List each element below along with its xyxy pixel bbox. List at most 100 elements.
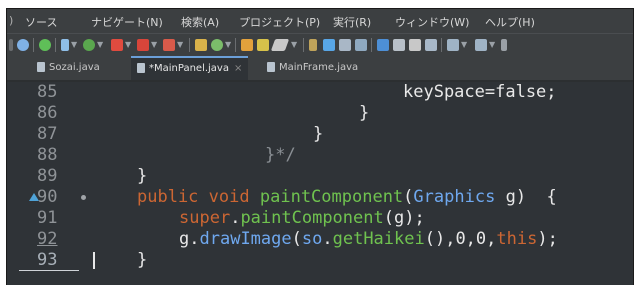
- external-tools-icon[interactable]: [163, 39, 175, 51]
- tab-label: MainFrame.java: [279, 62, 359, 73]
- toolbar-separator: [303, 38, 304, 52]
- code-token: keySpace=false;: [403, 82, 557, 102]
- toolbar-separator: [441, 38, 442, 52]
- code-token: .: [322, 229, 333, 249]
- code-line-88: }*/: [265, 147, 296, 164]
- menu-source[interactable]: ソース: [25, 14, 57, 30]
- line-number: 92: [37, 229, 58, 249]
- code-line-85: keySpace=false;: [403, 84, 557, 101]
- chevron-down-icon[interactable]: ▼: [489, 40, 495, 49]
- line-90-gutter: 90: [7, 189, 91, 209]
- task-icon[interactable]: [377, 39, 389, 51]
- line-number: 87: [37, 124, 58, 144]
- code-token: }: [313, 124, 324, 144]
- comment-token: }*/: [265, 145, 296, 165]
- keyword-token: this: [496, 229, 538, 249]
- menu-navigate[interactable]: ナビゲート(N): [91, 14, 163, 30]
- book-icon[interactable]: [393, 39, 405, 51]
- chevron-down-icon[interactable]: ▼: [151, 40, 157, 49]
- tab-label: *MainPanel.java: [149, 63, 229, 74]
- method-name-token: paintComponent: [259, 187, 404, 207]
- menu-bar: ) ソース ナビゲート(N) 検索(A) プロジェクト(P) 実行(R) ウィン…: [7, 9, 633, 33]
- previous-annotation-icon[interactable]: [475, 39, 487, 51]
- type-token: Graphics: [413, 187, 496, 207]
- toggle-mark-icon[interactable]: [323, 39, 335, 51]
- line-number-current: 93: [37, 250, 58, 270]
- text-caret: [93, 252, 95, 269]
- chevron-down-icon[interactable]: ▼: [177, 40, 183, 49]
- parameter-token: g: [505, 187, 516, 207]
- code-line-92: g.drawImage(so.getHaikei(),0,0,this);: [179, 231, 558, 248]
- coverage-icon[interactable]: [111, 39, 123, 51]
- code-token: }: [137, 250, 148, 270]
- line-number: 85: [37, 82, 58, 102]
- toolbar-separator: [371, 38, 372, 52]
- chevron-down-icon[interactable]: ▼: [97, 40, 103, 49]
- code-line-89: }: [137, 168, 147, 185]
- back-icon[interactable]: [501, 39, 507, 51]
- code-token: (g);: [383, 208, 425, 228]
- annotation-icon[interactable]: [309, 39, 317, 51]
- code-token: .: [189, 229, 200, 249]
- keyword-token: void: [208, 187, 250, 207]
- toolbar-separator: [235, 38, 236, 52]
- tab-sozai-java[interactable]: Sozai.java: [31, 56, 106, 80]
- open-folder-icon[interactable]: [257, 39, 269, 51]
- java-file-icon: [267, 62, 275, 72]
- current-line-indicator: [19, 270, 79, 271]
- new-class-icon[interactable]: [211, 39, 223, 51]
- toolbar-grip-icon: [9, 39, 13, 51]
- code-token: );: [537, 229, 558, 249]
- code-token: ): [515, 187, 527, 207]
- pencil-icon[interactable]: [270, 39, 290, 51]
- stop-icon[interactable]: [137, 39, 149, 51]
- perspective-icon[interactable]: [425, 39, 437, 51]
- run-target-icon[interactable]: [39, 39, 51, 51]
- tab-mainframe-java[interactable]: MainFrame.java: [261, 56, 364, 80]
- code-line-86: }: [359, 105, 369, 122]
- code-token: (),0,0,: [424, 229, 497, 249]
- tab-mainpanel-java[interactable]: *MainPanel.java ×: [131, 56, 249, 80]
- method-name-token: paintComponent: [240, 208, 384, 228]
- code-token: .: [230, 208, 241, 228]
- run-icon[interactable]: [83, 39, 95, 51]
- code-line-87: }: [313, 126, 323, 143]
- code-token: (: [403, 187, 414, 207]
- menu-search[interactable]: 検索(A): [181, 14, 219, 30]
- close-icon[interactable]: ×: [234, 63, 242, 74]
- code-token: {: [546, 187, 557, 207]
- chevron-down-icon[interactable]: ▼: [71, 40, 77, 49]
- menu-help[interactable]: ヘルプ(H): [485, 14, 535, 30]
- keyword-token: super: [179, 208, 231, 228]
- toolbar-separator: [189, 38, 190, 52]
- line-number: 90: [37, 187, 58, 207]
- menu-project[interactable]: プロジェクト(P): [239, 14, 320, 30]
- menu-edge: ): [9, 14, 14, 27]
- settings-icon[interactable]: [409, 39, 421, 51]
- code-editor[interactable]: 85 86 87 88 89 90 91 92 93 keySpace=fals…: [7, 82, 633, 285]
- menu-run[interactable]: 実行(R): [333, 14, 371, 30]
- code-line-91: super.paintComponent(g);: [179, 210, 425, 227]
- line-number: 89: [37, 166, 58, 186]
- block-selection-icon[interactable]: [339, 39, 351, 51]
- line-number-gutter: 85 86 87 88 89 90 91 92 93: [7, 82, 91, 285]
- code-area[interactable]: keySpace=false; } } }*/ } public void pa…: [91, 82, 633, 285]
- chevron-down-icon[interactable]: ▼: [125, 40, 131, 49]
- fold-toggle-icon[interactable]: [81, 195, 86, 200]
- line-number: 86: [37, 103, 58, 123]
- open-type-icon[interactable]: [241, 39, 253, 51]
- keyword-token: public: [137, 187, 199, 207]
- new-package-icon[interactable]: [195, 39, 207, 51]
- step-icon[interactable]: [61, 39, 69, 51]
- show-whitespace-icon[interactable]: [355, 39, 367, 51]
- chevron-down-icon[interactable]: ▼: [291, 40, 297, 49]
- next-annotation-icon[interactable]: [447, 39, 459, 51]
- debug-icon[interactable]: [17, 39, 29, 51]
- chevron-down-icon[interactable]: ▼: [225, 40, 231, 49]
- chevron-down-icon[interactable]: ▼: [461, 40, 467, 49]
- toolbar: ▼ ▼ ▼ ▼ ▼ ▼ ▼ ▼ ▼: [7, 33, 633, 56]
- toolbar-separator: [33, 38, 34, 52]
- method-name-token: getHaikei: [332, 229, 425, 249]
- menu-window[interactable]: ウィンドウ(W): [395, 14, 469, 30]
- code-token: }: [137, 166, 148, 186]
